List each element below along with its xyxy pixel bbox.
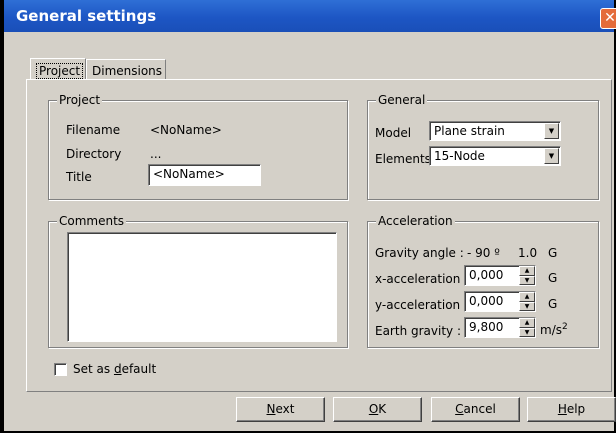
earth-gravity-field[interactable]: 9,800 ▲ ▼ [464,317,536,338]
y-acceleration-label: y-acceleration : [375,298,468,312]
spin-down-icon[interactable]: ▼ [519,327,535,337]
tab-dimensions-label: Dimensions [92,64,163,78]
gravity-angle-value: - 90 º [467,246,500,260]
title-label: Title [66,170,92,184]
set-as-default-checkbox[interactable] [54,363,67,376]
y-acceleration-field[interactable]: 0,000 ▲ ▼ [464,291,536,312]
spin-up-icon[interactable]: ▲ [519,266,535,276]
elements-dropdown[interactable]: 15-Node ▼ [429,146,561,166]
directory-value: ... [150,147,162,161]
tab-project[interactable]: Project [30,58,86,80]
filename-label: Filename [66,123,121,137]
model-dropdown[interactable]: Plane strain ▼ [429,121,561,141]
chevron-down-icon[interactable]: ▼ [544,148,559,164]
spin-down-icon[interactable]: ▼ [519,301,535,311]
cancel-button-rest: ancel [463,402,496,416]
gravity-g-unit: G [548,246,558,260]
earth-gravity-label: Earth gravity : [375,324,461,338]
title-bar[interactable]: General settings [4,0,614,32]
model-value: Plane strain [434,124,505,138]
gravity-angle-label: Gravity angle : [375,246,464,260]
tab-project-label: Project [36,63,84,79]
elements-label: Elements [375,152,431,166]
x-acceleration-field[interactable]: 0,000 ▲ ▼ [464,265,536,286]
gravity-g-value: 1.0 [518,246,538,260]
spin-up-icon[interactable]: ▲ [519,292,535,302]
window-title: General settings [16,7,157,25]
earth-gravity-unit: m/s2 [540,322,568,337]
help-button[interactable]: Help [527,397,616,422]
directory-label: Directory [66,147,122,161]
comments-group-label: Comments [57,214,127,228]
ok-button[interactable]: OK [333,397,422,422]
model-label: Model [375,126,412,140]
cancel-button[interactable]: Cancel [431,397,520,422]
acceleration-group-label: Acceleration [376,214,455,228]
cancel-button-accel: C [455,402,464,416]
set-as-default-label[interactable]: Set as default [73,362,156,376]
x-acceleration-label: x-acceleration : [375,272,469,286]
next-button[interactable]: Next [236,397,325,422]
help-button-rest: elp [566,402,586,416]
ok-button-accel: O [368,402,379,416]
spin-up-icon[interactable]: ▲ [519,318,535,328]
set-as-default-label-pre: Set as [73,362,114,376]
x-acceleration-spinner[interactable]: ▲ ▼ [519,266,535,285]
comments-textarea[interactable] [67,232,337,342]
chevron-down-icon[interactable]: ▼ [544,123,559,139]
tab-dimensions[interactable]: Dimensions [86,59,166,79]
general-settings-dialog: General settings ✕ Project Dimensions Pr… [0,0,616,433]
earth-gravity-spinner[interactable]: ▲ ▼ [519,318,535,337]
ok-button-rest: K [378,402,387,416]
elements-value: 15-Node [434,149,485,163]
earth-gravity-unit-exponent: 2 [561,322,568,332]
y-acceleration-value: 0,000 [469,294,504,308]
x-acceleration-unit: G [548,271,558,285]
set-as-default-label-accel: d [113,362,122,376]
close-icon[interactable]: ✕ [600,8,616,29]
filename-value: <NoName> [150,123,222,137]
set-as-default-label-post: efault [121,362,157,376]
title-field[interactable]: <NoName> [148,164,261,186]
next-button-accel: N [266,402,276,416]
help-button-accel: H [557,402,567,416]
earth-gravity-value: 9,800 [469,320,504,334]
x-acceleration-value: 0,000 [469,268,504,282]
y-acceleration-spinner[interactable]: ▲ ▼ [519,292,535,311]
next-button-rest: ext [275,402,295,416]
spin-down-icon[interactable]: ▼ [519,275,535,285]
earth-gravity-unit-text: m/s [540,323,562,337]
project-group-label: Project [57,93,103,107]
y-acceleration-unit: G [548,297,558,311]
general-group-label: General [376,93,428,107]
